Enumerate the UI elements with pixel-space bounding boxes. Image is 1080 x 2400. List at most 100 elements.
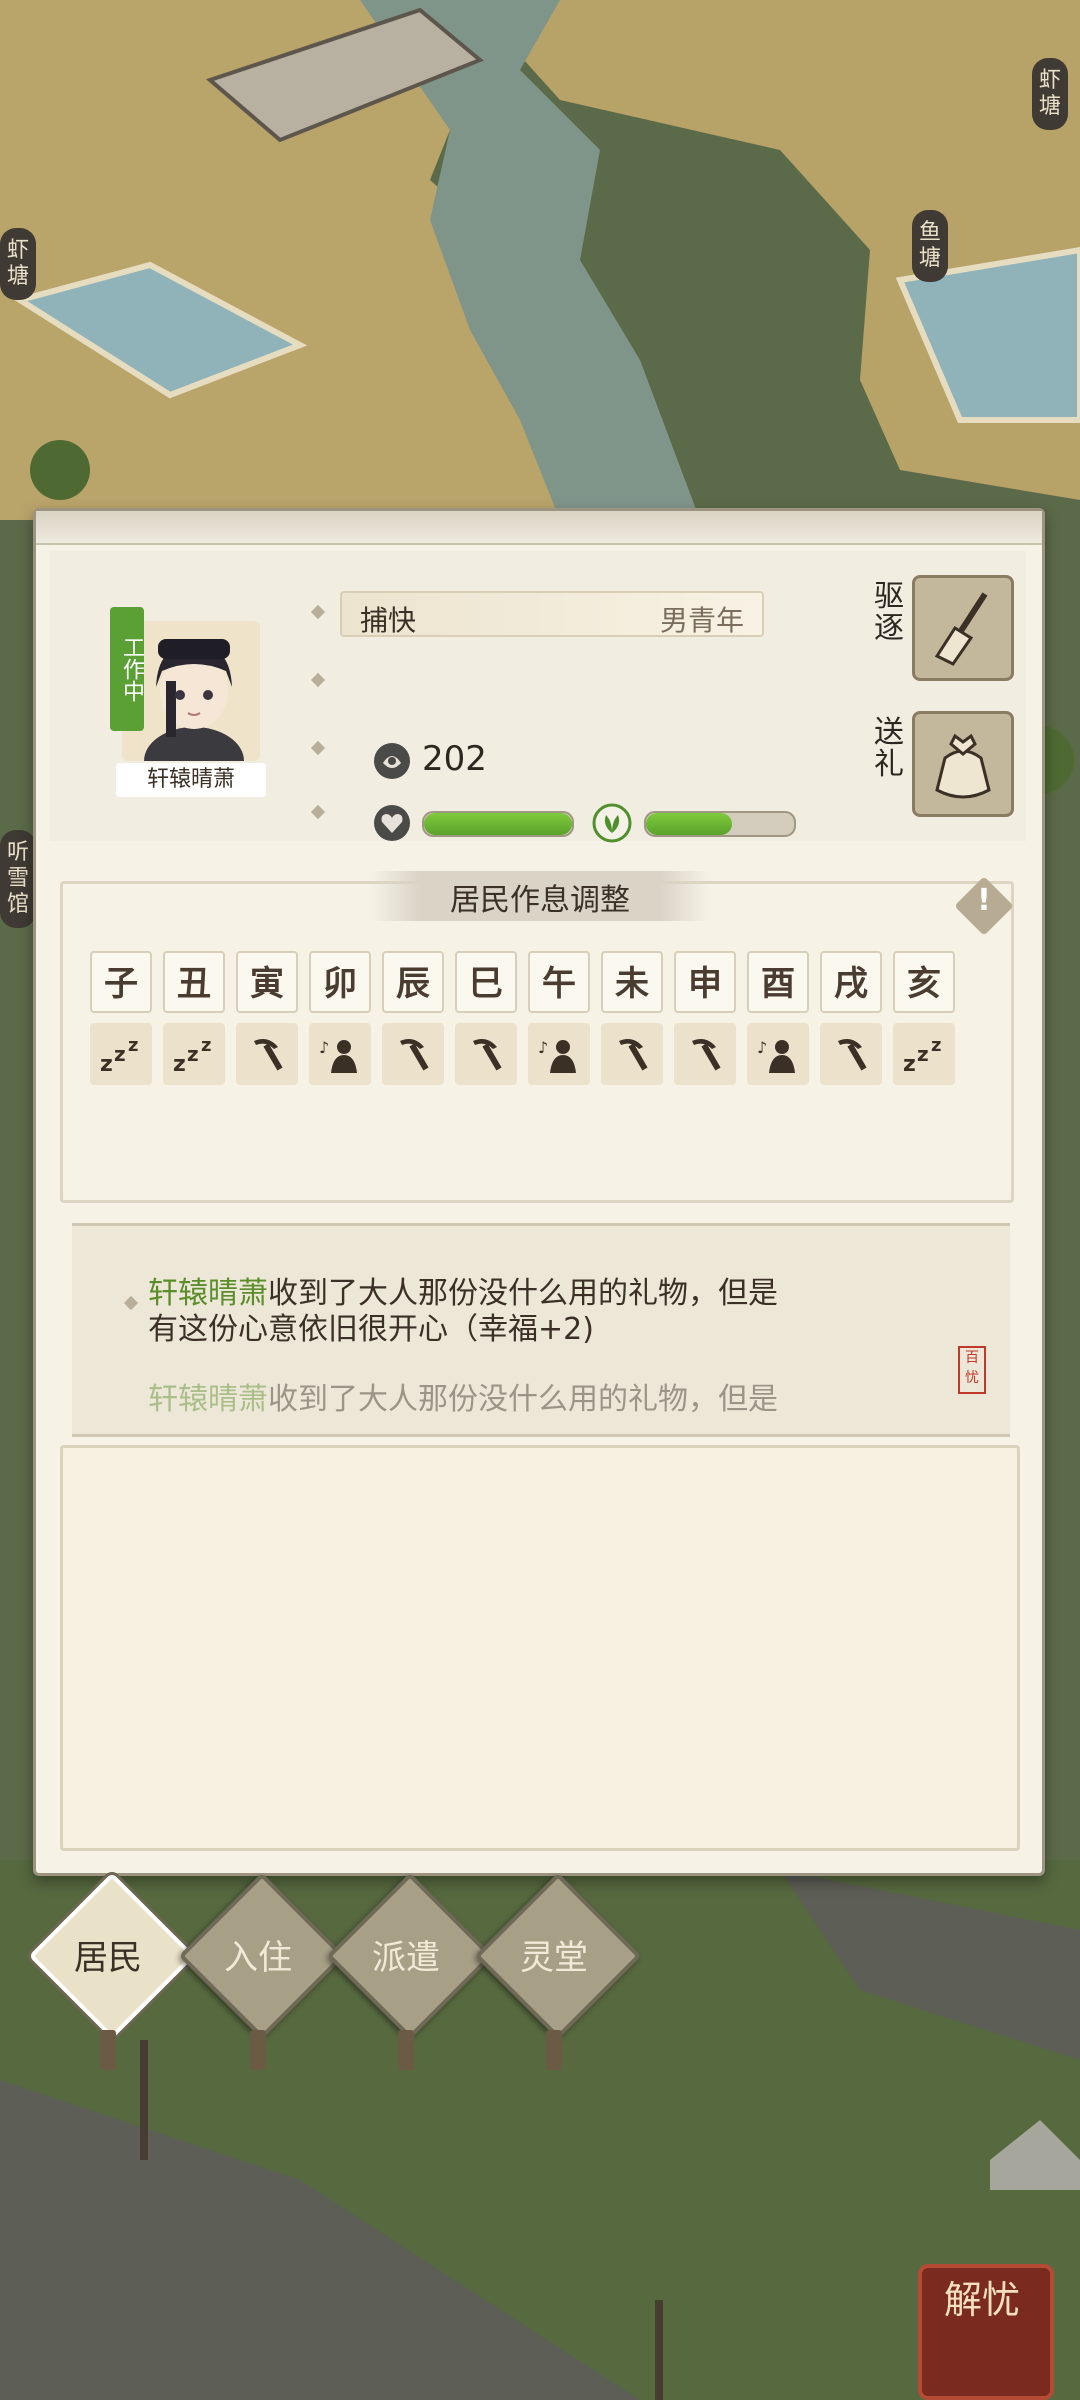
log-entry-1-line-1: 轩辕晴萧收到了大人那份没什么用的礼物，但是 xyxy=(148,1276,908,1312)
dismiss-label: 驱逐 xyxy=(874,579,904,646)
activity-slot-sleep[interactable]: zzz xyxy=(893,1023,955,1085)
schedule-title: 居民作息调整 xyxy=(450,883,630,918)
activity-slot-work[interactable] xyxy=(455,1023,517,1085)
tab-residents-label: 居民 xyxy=(74,1938,142,1978)
log-bullet-icon xyxy=(123,1295,139,1311)
hour-cell: 未 xyxy=(601,951,663,1013)
activity-slot-sleep[interactable]: zzz xyxy=(163,1023,225,1085)
panel-header-strip xyxy=(36,511,1042,545)
svg-text:z: z xyxy=(917,1042,929,1066)
tab-dispatch-label: 派遣 xyxy=(372,1938,440,1978)
svg-text:z: z xyxy=(128,1035,138,1056)
activity-slot-work[interactable] xyxy=(820,1023,882,1085)
gender-age-label: 男青年 xyxy=(659,604,744,637)
map-label-fish-pond[interactable]: 鱼塘 xyxy=(912,210,948,282)
svg-text:z: z xyxy=(100,1052,113,1077)
svg-text:z: z xyxy=(173,1052,186,1077)
map-label-shrimp-pond-right[interactable]: 虾塘 xyxy=(1032,58,1068,130)
sleep-icon: zzz xyxy=(903,1035,941,1077)
seal-stamp: 百忧 xyxy=(958,1346,986,1394)
svg-text:z: z xyxy=(201,1035,211,1056)
happiness-bar-fill xyxy=(646,813,732,835)
log-entry-2-line-1: 轩辕晴萧收到了大人那份没什么用的礼物，但是 xyxy=(148,1382,908,1418)
tab-check-in-label: 入住 xyxy=(224,1938,292,1978)
job-info-field: 捕快 男青年 xyxy=(340,591,764,637)
tab-tassel xyxy=(250,2030,266,2070)
bullet-icon xyxy=(310,604,326,620)
work-icon xyxy=(619,1039,648,1071)
map-label-shrimp-pond-left[interactable]: 虾塘 xyxy=(0,228,36,300)
gift-bag-icon xyxy=(935,733,991,799)
event-log[interactable]: 轩辕晴萧收到了大人那份没什么用的礼物，但是 有这份心意依旧很开心（幸福+2) 轩… xyxy=(72,1223,1010,1437)
leisure-icon: ♪ xyxy=(538,1038,576,1073)
tab-tassel xyxy=(100,2030,116,2070)
hour-cell: 酉 xyxy=(747,951,809,1013)
broom-icon xyxy=(934,592,988,666)
tab-memorial-hall-label: 灵堂 xyxy=(520,1938,588,1978)
happiness-bar xyxy=(644,811,796,837)
resident-detail-panel: 工作中 轩辕晴萧 捕快 男青年 202 驱逐 送礼 居民作息调整 ! 子 z z… xyxy=(33,508,1045,1876)
relieve-worries-label: 解忧 xyxy=(943,2278,1020,2322)
work-icon xyxy=(254,1039,283,1071)
svg-text:z: z xyxy=(931,1035,941,1056)
working-status-badge: 工作中 xyxy=(110,607,144,731)
content-area xyxy=(60,1445,1020,1851)
log-entry-name: 轩辕晴萧 xyxy=(148,1276,268,1311)
hour-cell: 丑 xyxy=(163,951,225,1013)
svg-text:♪: ♪ xyxy=(757,1038,767,1057)
leisure-icon: ♪ xyxy=(757,1038,795,1073)
hour-cell: 寅 xyxy=(236,951,298,1013)
job-title: 捕快 xyxy=(360,604,417,637)
tab-tassel xyxy=(398,2030,414,2070)
log-entry-1-line-2: 有这份心意依旧很开心（幸福+2) xyxy=(148,1312,594,1347)
activity-slot-leisure[interactable]: ♪ xyxy=(747,1023,809,1085)
hour-cell: 卯 xyxy=(309,951,371,1013)
hour-cell: 申 xyxy=(674,951,736,1013)
gift-label: 送礼 xyxy=(874,715,904,782)
log-entry-text: 收到了大人那份没什么用的礼物，但是 xyxy=(268,1382,778,1417)
health-bar-fill xyxy=(424,813,572,835)
bullet-icon xyxy=(310,672,326,688)
activity-slot-work[interactable] xyxy=(674,1023,736,1085)
bullet-icon xyxy=(310,740,326,756)
sleep-icon: zzz xyxy=(173,1035,211,1077)
svg-text:z: z xyxy=(114,1042,126,1066)
bullet-icon xyxy=(310,804,326,820)
work-icon xyxy=(473,1039,502,1071)
coin-count: 202 xyxy=(422,739,487,779)
health-heart-icon xyxy=(374,805,410,841)
coin-purse-icon xyxy=(374,743,410,779)
svg-text:z: z xyxy=(903,1052,916,1077)
svg-text:♪: ♪ xyxy=(538,1038,548,1057)
hour-cell: 巳 xyxy=(455,951,517,1013)
map-label-tingxue-hall[interactable]: 听雪馆 xyxy=(0,830,36,928)
hour-cell: 子 xyxy=(90,951,152,1013)
tab-tassel xyxy=(546,2030,562,2070)
gift-button[interactable] xyxy=(912,711,1014,817)
dismiss-button[interactable] xyxy=(912,575,1014,681)
work-icon xyxy=(692,1039,721,1071)
resident-name: 轩辕晴萧 xyxy=(116,763,266,797)
sleep-icon: zzz xyxy=(100,1035,138,1077)
hour-cell: 辰 xyxy=(382,951,444,1013)
activity-slot-leisure[interactable]: ♪ xyxy=(309,1023,371,1085)
work-icon xyxy=(400,1039,429,1071)
activity-slot-work[interactable] xyxy=(601,1023,663,1085)
leisure-icon: ♪ xyxy=(319,1038,357,1073)
health-bar xyxy=(422,811,574,837)
hour-cell: 午 xyxy=(528,951,590,1013)
activity-slot-sleep[interactable]: zzz xyxy=(90,1023,152,1085)
work-icon xyxy=(838,1039,867,1071)
svg-text:z: z xyxy=(187,1042,199,1066)
svg-text:♪: ♪ xyxy=(319,1038,329,1057)
schedule-section: 居民作息调整 ! 子 z z z 丑 z z z 寅卯 ♪ 辰巳午 ♪ 未申酉 ♪ 戌亥 z z z xyxy=(50,861,1026,1205)
activity-slot-leisure[interactable]: ♪ xyxy=(528,1023,590,1085)
log-entry-text: 收到了大人那份没什么用的礼物，但是 xyxy=(268,1276,778,1311)
info-icon: ! xyxy=(977,883,991,918)
activity-slot-work[interactable] xyxy=(236,1023,298,1085)
happiness-leaf-icon xyxy=(592,803,632,843)
hour-cell: 戌 xyxy=(820,951,882,1013)
log-entry-name: 轩辕晴萧 xyxy=(148,1382,268,1417)
resident-profile: 工作中 轩辕晴萧 捕快 男青年 202 驱逐 送礼 xyxy=(50,551,1026,843)
activity-slot-work[interactable] xyxy=(382,1023,444,1085)
